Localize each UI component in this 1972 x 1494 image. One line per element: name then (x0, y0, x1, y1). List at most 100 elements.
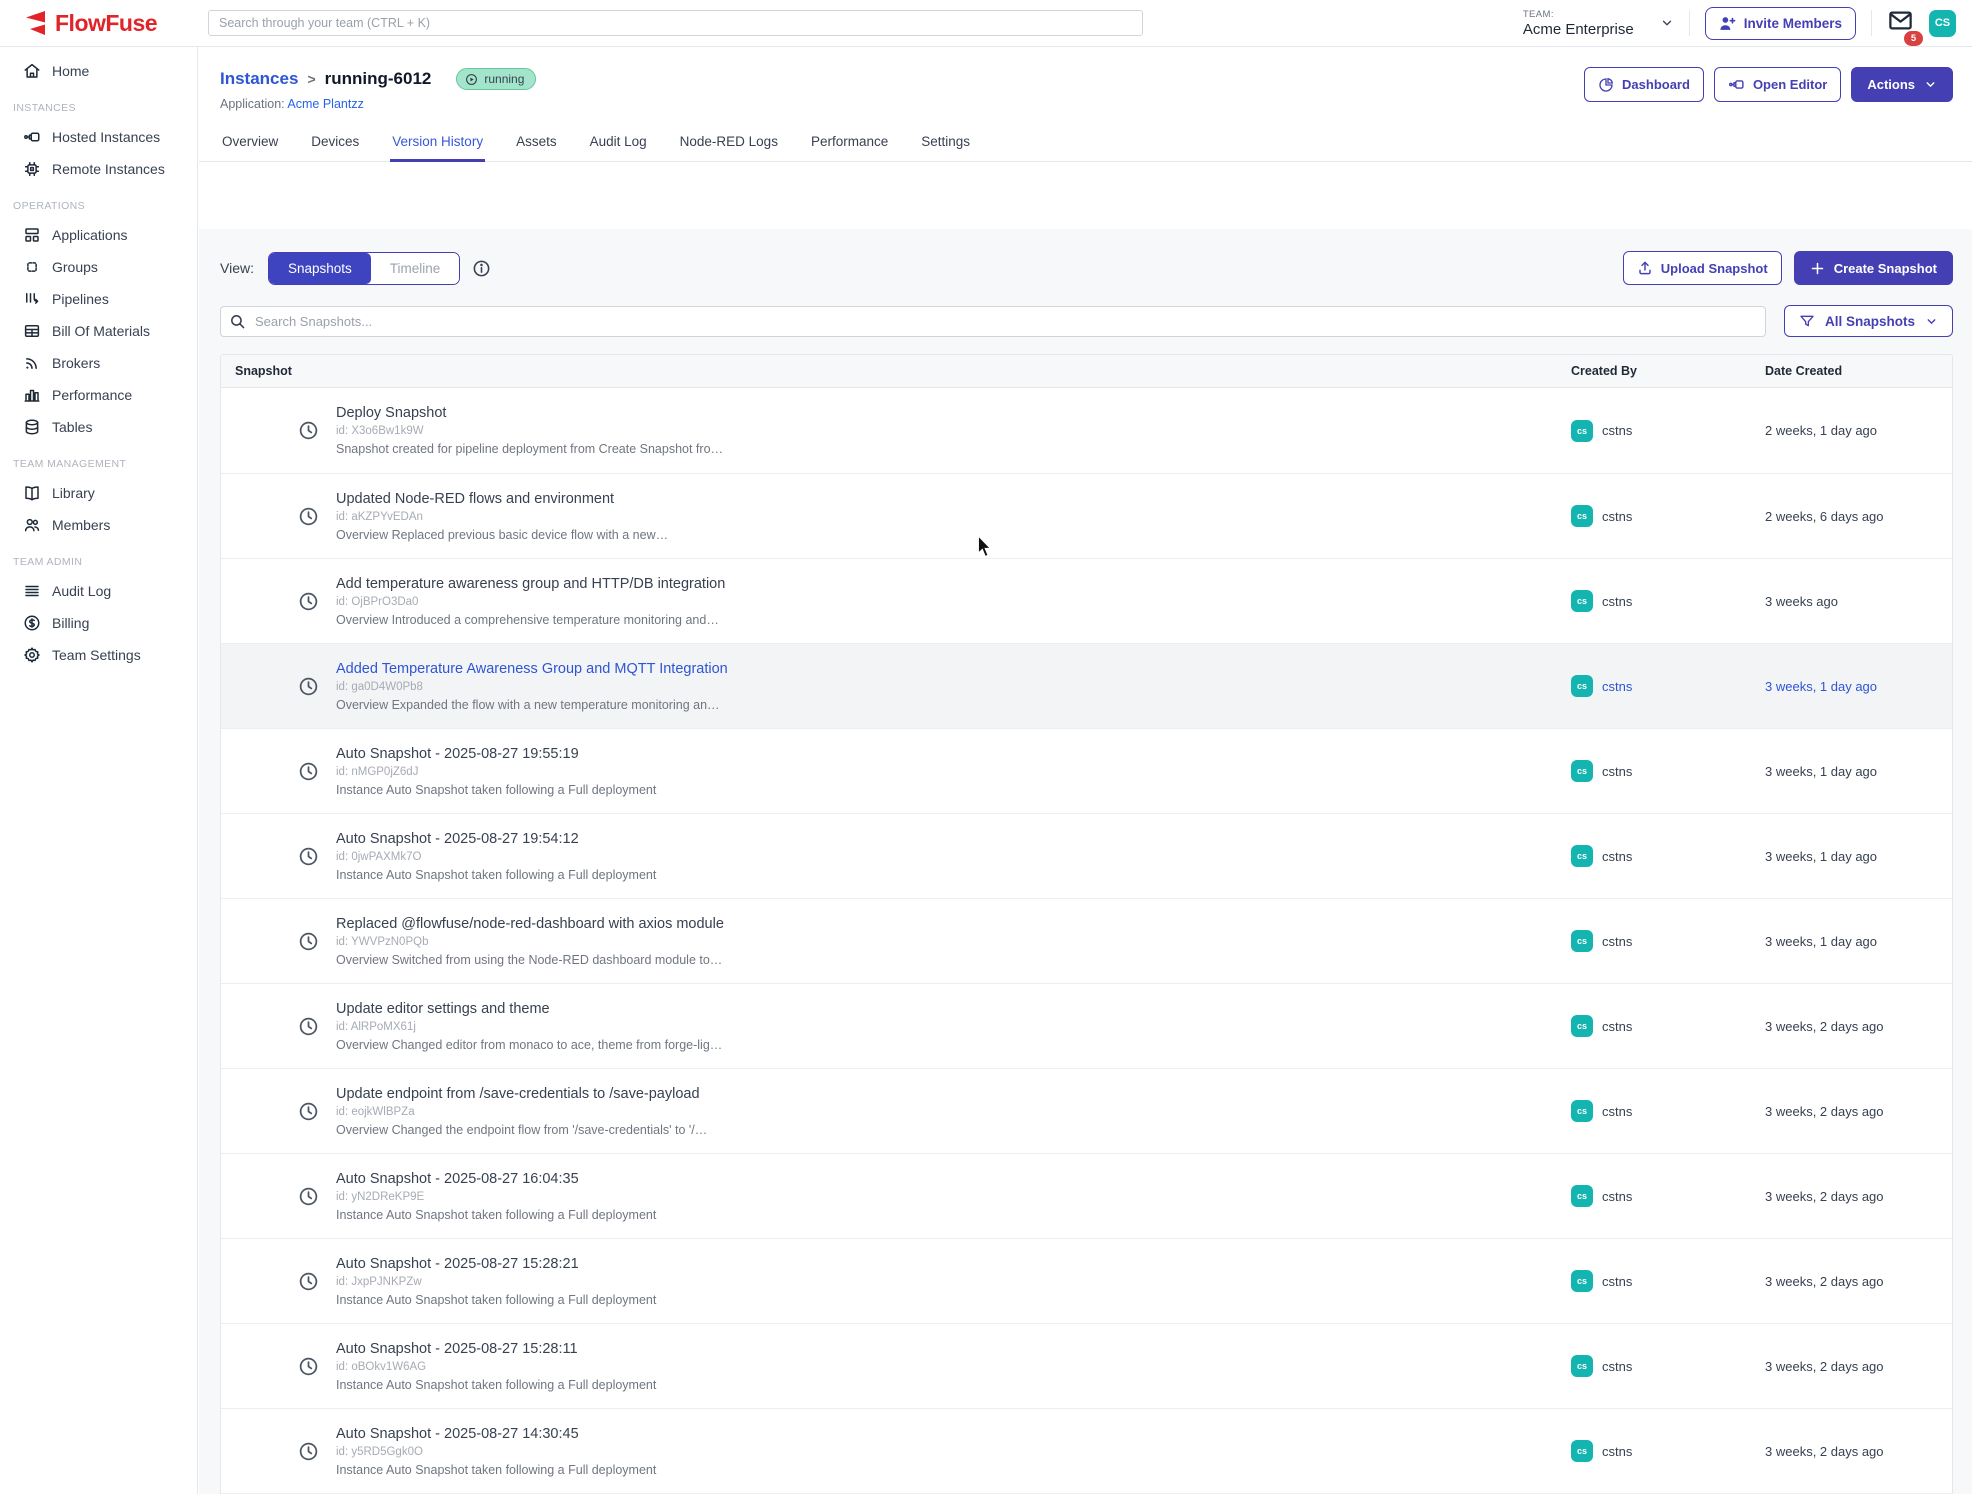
snapshot-title[interactable]: Auto Snapshot - 2025-08-27 15:28:11 (336, 1341, 656, 1357)
snapshot-info: Replaced @flowfuse/node-red-dashboard wi… (336, 916, 724, 967)
view-toggle-snapshots[interactable]: Snapshots (269, 253, 371, 284)
sidebar-item-hosted-instances[interactable]: Hosted Instances (0, 121, 197, 153)
clock-icon (298, 506, 319, 527)
snapshot-title[interactable]: Added Temperature Awareness Group and MQ… (336, 661, 728, 677)
snapshot-title[interactable]: Auto Snapshot - 2025-08-27 19:54:12 (336, 831, 656, 847)
sidebar-item-applications[interactable]: Applications (0, 219, 197, 251)
upload-snapshot-button[interactable]: Upload Snapshot (1623, 251, 1782, 285)
page-title: running-6012 (325, 69, 432, 89)
table-row[interactable]: Update endpoint from /save-credentials t… (221, 1068, 1952, 1153)
snapshot-description: Instance Auto Snapshot taken following a… (336, 868, 656, 882)
invite-members-label: Invite Members (1744, 16, 1842, 31)
dashboard-button[interactable]: Dashboard (1584, 67, 1704, 102)
snapshot-description: Overview Introduced a comprehensive temp… (336, 613, 725, 627)
sidebar-item-members[interactable]: Members (0, 509, 197, 541)
tab-overview[interactable]: Overview (220, 128, 280, 162)
application-link[interactable]: Acme Plantzz (287, 97, 363, 111)
application-label: Application: (220, 97, 285, 111)
snapshot-title[interactable]: Auto Snapshot - 2025-08-27 15:28:21 (336, 1256, 656, 1272)
clock-icon (298, 1356, 319, 1377)
tab-audit-log[interactable]: Audit Log (588, 128, 649, 162)
tab-performance[interactable]: Performance (809, 128, 890, 162)
upload-snapshot-label: Upload Snapshot (1661, 261, 1768, 276)
user-avatar-button[interactable]: CS (1929, 10, 1956, 37)
snapshot-cell: Added Temperature Awareness Group and MQ… (221, 661, 1571, 712)
sidebar-item-billing[interactable]: Billing (0, 607, 197, 639)
snapshot-id: id: OjBPrO3Da0 (336, 596, 725, 608)
user-name: cstns (1602, 594, 1632, 609)
sidebar-item-tables[interactable]: Tables (0, 411, 197, 443)
table-row[interactable]: Auto Snapshot - 2025-08-27 19:55:19 id: … (221, 728, 1952, 813)
sidebar-item-home[interactable]: Home (0, 55, 197, 87)
person-plus-icon (1719, 15, 1736, 32)
snapshot-title[interactable]: Update endpoint from /save-credentials t… (336, 1086, 707, 1102)
actions-button[interactable]: Actions (1851, 67, 1953, 102)
chevron-down-icon (1924, 78, 1937, 91)
sidebar-item-brokers[interactable]: Brokers (0, 347, 197, 379)
snapshot-title[interactable]: Add temperature awareness group and HTTP… (336, 576, 725, 592)
notifications-button[interactable]: 5 (1887, 7, 1914, 39)
sidebar-item-bill-of-materials[interactable]: Bill Of Materials (0, 315, 197, 347)
sidebar-item-library[interactable]: Library (0, 477, 197, 509)
snapshot-title[interactable]: Auto Snapshot - 2025-08-27 19:55:19 (336, 746, 656, 762)
table-row[interactable]: Deploy Snapshot id: X3o6Bw1k9W Snapshot … (221, 388, 1952, 473)
table-row[interactable]: Replaced @flowfuse/node-red-dashboard wi… (221, 898, 1952, 983)
snapshot-filter-dropdown[interactable]: All Snapshots (1784, 305, 1953, 337)
remote-instances-icon (23, 160, 41, 178)
tab-assets[interactable]: Assets (514, 128, 559, 162)
tab-settings[interactable]: Settings (919, 128, 972, 162)
view-toggle: SnapshotsTimeline (268, 252, 460, 285)
user-name: cstns (1602, 934, 1632, 949)
snapshot-title[interactable]: Update editor settings and theme (336, 1001, 722, 1017)
snapshot-search-input[interactable] (220, 306, 1766, 337)
team-selector[interactable]: TEAM: Acme Enterprise (1523, 9, 1674, 38)
main-content: Instances > running-6012 running Applica… (199, 47, 1972, 1494)
breadcrumb-instances-link[interactable]: Instances (220, 69, 298, 89)
status-badge-label: running (484, 72, 524, 86)
open-editor-button[interactable]: Open Editor (1714, 67, 1841, 102)
table-row[interactable]: Auto Snapshot - 2025-08-27 19:54:12 id: … (221, 813, 1952, 898)
snapshot-title[interactable]: Auto Snapshot - 2025-08-27 16:04:35 (336, 1171, 656, 1187)
sidebar-item-groups[interactable]: Groups (0, 251, 197, 283)
created-by-cell: cs cstns (1571, 1270, 1765, 1292)
sidebar-item-audit-log[interactable]: Audit Log (0, 575, 197, 607)
dashboard-button-label: Dashboard (1622, 77, 1690, 92)
invite-members-button[interactable]: Invite Members (1705, 7, 1856, 40)
create-snapshot-button[interactable]: Create Snapshot (1794, 251, 1953, 285)
tab-node-red-logs[interactable]: Node-RED Logs (678, 128, 780, 162)
snapshot-id: id: 0jwPAXMk7O (336, 851, 656, 863)
sidebar-item-pipelines[interactable]: Pipelines (0, 283, 197, 315)
table-row[interactable]: Auto Snapshot - 2025-08-27 14:30:45 id: … (221, 1408, 1952, 1493)
snapshot-info: Auto Snapshot - 2025-08-27 15:28:11 id: … (336, 1341, 656, 1392)
sidebar-item-performance[interactable]: Performance (0, 379, 197, 411)
sidebar-item-label: Bill Of Materials (52, 323, 150, 339)
global-search-input[interactable] (208, 10, 1143, 36)
view-toggle-timeline[interactable]: Timeline (371, 253, 460, 284)
table-row[interactable]: Auto Snapshot - 2025-08-27 16:04:35 id: … (221, 1153, 1952, 1238)
created-by-cell: cs cstns (1571, 1440, 1765, 1462)
flowfuse-logo[interactable]: FlowFuse (20, 10, 196, 37)
table-row[interactable]: Updated Node-RED flows and environment i… (221, 473, 1952, 558)
snapshot-title[interactable]: Deploy Snapshot (336, 405, 723, 421)
table-row[interactable]: Added Temperature Awareness Group and MQ… (221, 643, 1952, 728)
info-icon[interactable] (472, 259, 491, 278)
table-row[interactable]: Add temperature awareness group and HTTP… (221, 558, 1952, 643)
version-history-content: View: SnapshotsTimeline Upload Snapshot … (199, 229, 1972, 1494)
search-icon (229, 313, 246, 330)
snapshot-id: id: eojkWlBPZa (336, 1106, 707, 1118)
tab-devices[interactable]: Devices (309, 128, 361, 162)
sidebar-item-team-settings[interactable]: Team Settings (0, 639, 197, 671)
snapshot-title[interactable]: Auto Snapshot - 2025-08-27 14:30:45 (336, 1426, 656, 1442)
table-row[interactable]: Auto Snapshot - 2025-08-27 15:28:21 id: … (221, 1238, 1952, 1323)
snapshot-title[interactable]: Replaced @flowfuse/node-red-dashboard wi… (336, 916, 724, 932)
sidebar-item-label: Tables (52, 419, 92, 435)
table-row[interactable]: Update editor settings and theme id: AlR… (221, 983, 1952, 1068)
tab-version-history[interactable]: Version History (390, 128, 485, 162)
table-row[interactable]: Auto Snapshot - 2025-08-27 15:28:11 id: … (221, 1323, 1952, 1408)
sidebar-item-remote-instances[interactable]: Remote Instances (0, 153, 197, 185)
snapshot-title[interactable]: Updated Node-RED flows and environment (336, 491, 668, 507)
snapshot-description: Overview Switched from using the Node-RE… (336, 953, 724, 967)
snapshot-cell: Auto Snapshot - 2025-08-27 19:54:12 id: … (221, 831, 1571, 882)
sidebar-item-label: Library (52, 485, 95, 501)
snapshot-info: Update editor settings and theme id: AlR… (336, 1001, 722, 1052)
